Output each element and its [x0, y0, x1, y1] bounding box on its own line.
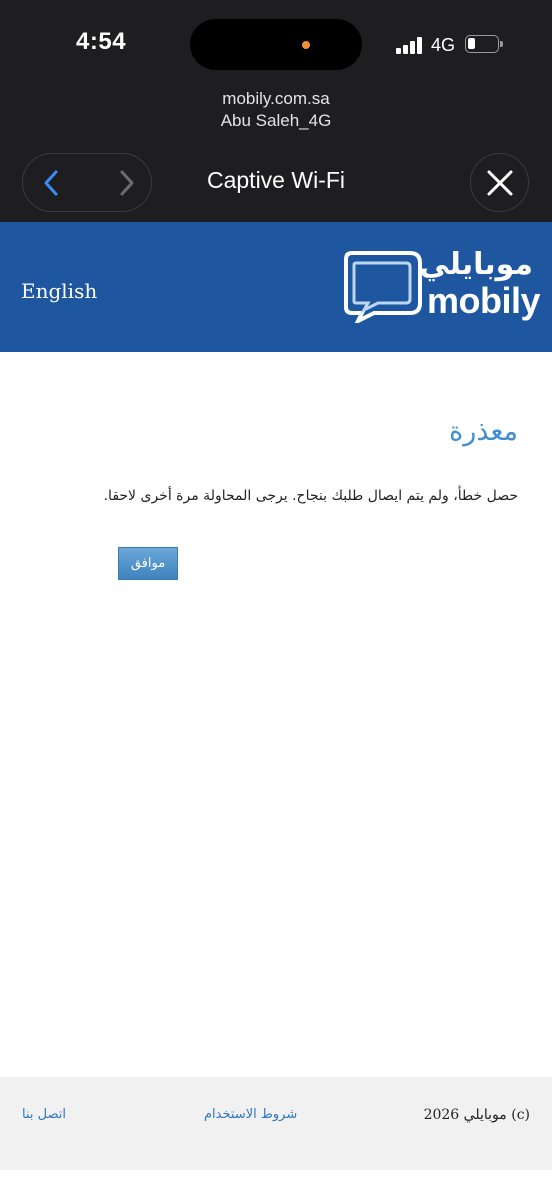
logo-arabic-text: موبايلي	[419, 247, 533, 282]
navigation-controls	[22, 153, 152, 212]
captive-host-info: mobily.com.sa Abu Saleh_4G	[0, 88, 552, 132]
logo-english-text: mobily	[427, 280, 541, 321]
privacy-indicator-dot	[302, 41, 310, 49]
mobily-logo: موبايلي mobily	[344, 247, 541, 325]
captive-title: Captive Wi-Fi	[206, 167, 345, 193]
brand-header: English موبايلي mobily	[0, 222, 552, 352]
captive-host: mobily.com.sa	[222, 89, 330, 108]
battery-low-icon	[465, 35, 503, 53]
language-switch-link[interactable]: English	[21, 279, 97, 303]
status-time: 4:54	[76, 28, 127, 55]
contact-us-link[interactable]: اتصل بنا	[22, 1107, 66, 1122]
error-title: معذرة	[449, 416, 518, 447]
close-button[interactable]	[470, 153, 529, 212]
ok-button[interactable]: موافق	[118, 547, 178, 580]
captive-portal-header: 4:54 4G mobily.com.sa Abu Saleh_4G Capti…	[0, 0, 552, 222]
error-content: معذرة حصل خطأ، ولم يتم ايصال طلبك بنجاح.…	[0, 352, 552, 1077]
wifi-network-name: Abu Saleh_4G	[220, 111, 332, 130]
network-type-label: 4G	[431, 35, 456, 55]
chevron-left-icon[interactable]	[37, 168, 67, 198]
copyright-text: (c) موبايلي 2026	[423, 1107, 530, 1123]
dynamic-island	[190, 19, 362, 70]
cellular-signal-icon	[396, 37, 424, 54]
close-icon	[487, 170, 513, 196]
mobily-logo-mark	[344, 251, 422, 323]
terms-of-use-link[interactable]: شروط الاستخدام	[204, 1107, 297, 1122]
chevron-right-icon[interactable]	[111, 168, 141, 198]
page-footer: اتصل بنا شروط الاستخدام (c) موبايلي 2026	[0, 1077, 552, 1170]
error-message: حصل خطأ، ولم يتم ايصال طلبك بنجاح. يرجى …	[103, 488, 518, 504]
